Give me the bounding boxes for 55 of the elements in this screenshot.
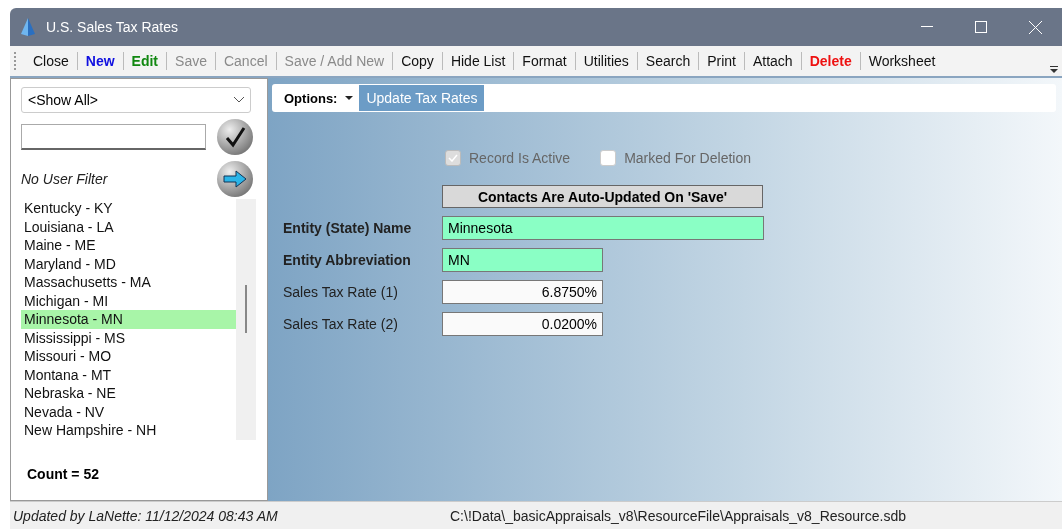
toolbar-button[interactable]: Utilities bbox=[575, 50, 637, 72]
list-item[interactable]: Missouri - MO bbox=[21, 347, 236, 366]
field-label: Sales Tax Rate (2) bbox=[283, 316, 399, 332]
checkmark-icon bbox=[448, 154, 458, 162]
auto-update-banner: Contacts Are Auto-Updated On 'Save' bbox=[442, 185, 763, 208]
checkbox-label: Marked For Deletion bbox=[624, 150, 751, 166]
list-item[interactable]: Mississippi - MS bbox=[21, 328, 236, 347]
toolbar-button[interactable]: Delete bbox=[801, 50, 860, 72]
field-label: Sales Tax Rate (1) bbox=[283, 284, 399, 300]
overflow-icon[interactable] bbox=[1050, 66, 1058, 74]
caret-icon bbox=[345, 96, 354, 100]
record-count: Count = 52 bbox=[27, 466, 100, 482]
list-item[interactable]: Minnesota - MN bbox=[21, 310, 236, 329]
list-item[interactable]: Kentucky - KY bbox=[21, 199, 236, 218]
user-filter-label: No User Filter bbox=[21, 171, 108, 187]
checkmark-icon bbox=[224, 126, 246, 148]
list-item[interactable]: Maine - ME bbox=[21, 236, 236, 255]
options-menu[interactable]: Options: bbox=[278, 90, 360, 106]
list-item[interactable]: Nebraska - NE bbox=[21, 384, 236, 403]
input-field[interactable]: 6.8750% bbox=[442, 280, 603, 304]
checkbox-label: Record Is Active bbox=[469, 150, 571, 166]
chevron-down-icon bbox=[234, 97, 244, 103]
scrollbar[interactable] bbox=[236, 199, 256, 440]
list-item[interactable]: Michigan - MI bbox=[21, 291, 236, 310]
list-item[interactable]: Maryland - MD bbox=[21, 254, 236, 273]
toolbar-button[interactable]: Format bbox=[514, 50, 575, 72]
file-path-text: C:\!Data\_basicAppraisals_v8\ResourceFile\Appraisals_v8_Resource.sdb bbox=[450, 507, 906, 524]
list-item[interactable]: Louisiana - LA bbox=[21, 217, 236, 236]
window-title: U.S. Sales Tax Rates bbox=[46, 19, 180, 35]
field-label: Entity Abbreviation bbox=[283, 252, 412, 268]
input-field[interactable]: 0.0200% bbox=[442, 312, 603, 336]
list-item[interactable]: New Hampshire - NH bbox=[21, 421, 236, 440]
filter-dropdown[interactable]: <Show All> bbox=[21, 87, 251, 113]
toolbar-button[interactable]: New bbox=[77, 50, 123, 72]
toolbar-button[interactable]: Search bbox=[637, 50, 699, 72]
toolbar-button[interactable]: Copy bbox=[393, 50, 442, 72]
list-item[interactable]: Massachusetts - MA bbox=[21, 273, 236, 292]
checkbox[interactable] bbox=[600, 150, 617, 166]
pyramid-logo-icon bbox=[20, 18, 36, 36]
arrow-button[interactable] bbox=[217, 161, 253, 197]
arrow-right-icon bbox=[222, 170, 248, 188]
input-field[interactable]: MN bbox=[442, 248, 603, 272]
toolbar-button[interactable]: Close bbox=[25, 50, 77, 72]
checkmark-button[interactable] bbox=[217, 119, 253, 155]
input-field[interactable]: Minnesota bbox=[442, 216, 764, 240]
toolbar-button[interactable]: Attach bbox=[744, 50, 801, 72]
updated-by-text: Updated by LaNette: 11/12/2024 08:43 AM bbox=[12, 507, 279, 524]
list-item[interactable]: Nevada - NV bbox=[21, 402, 236, 421]
toolbar-button[interactable]: Edit bbox=[123, 50, 167, 72]
field-label: Entity (State) Name bbox=[283, 220, 413, 236]
toolbar-button[interactable]: Worksheet bbox=[860, 50, 944, 72]
toolbar-button[interactable]: Print bbox=[699, 50, 744, 72]
toolbar-button[interactable]: Hide List bbox=[442, 50, 514, 72]
list-item[interactable]: Montana - MT bbox=[21, 365, 236, 384]
search-field[interactable] bbox=[21, 124, 206, 150]
